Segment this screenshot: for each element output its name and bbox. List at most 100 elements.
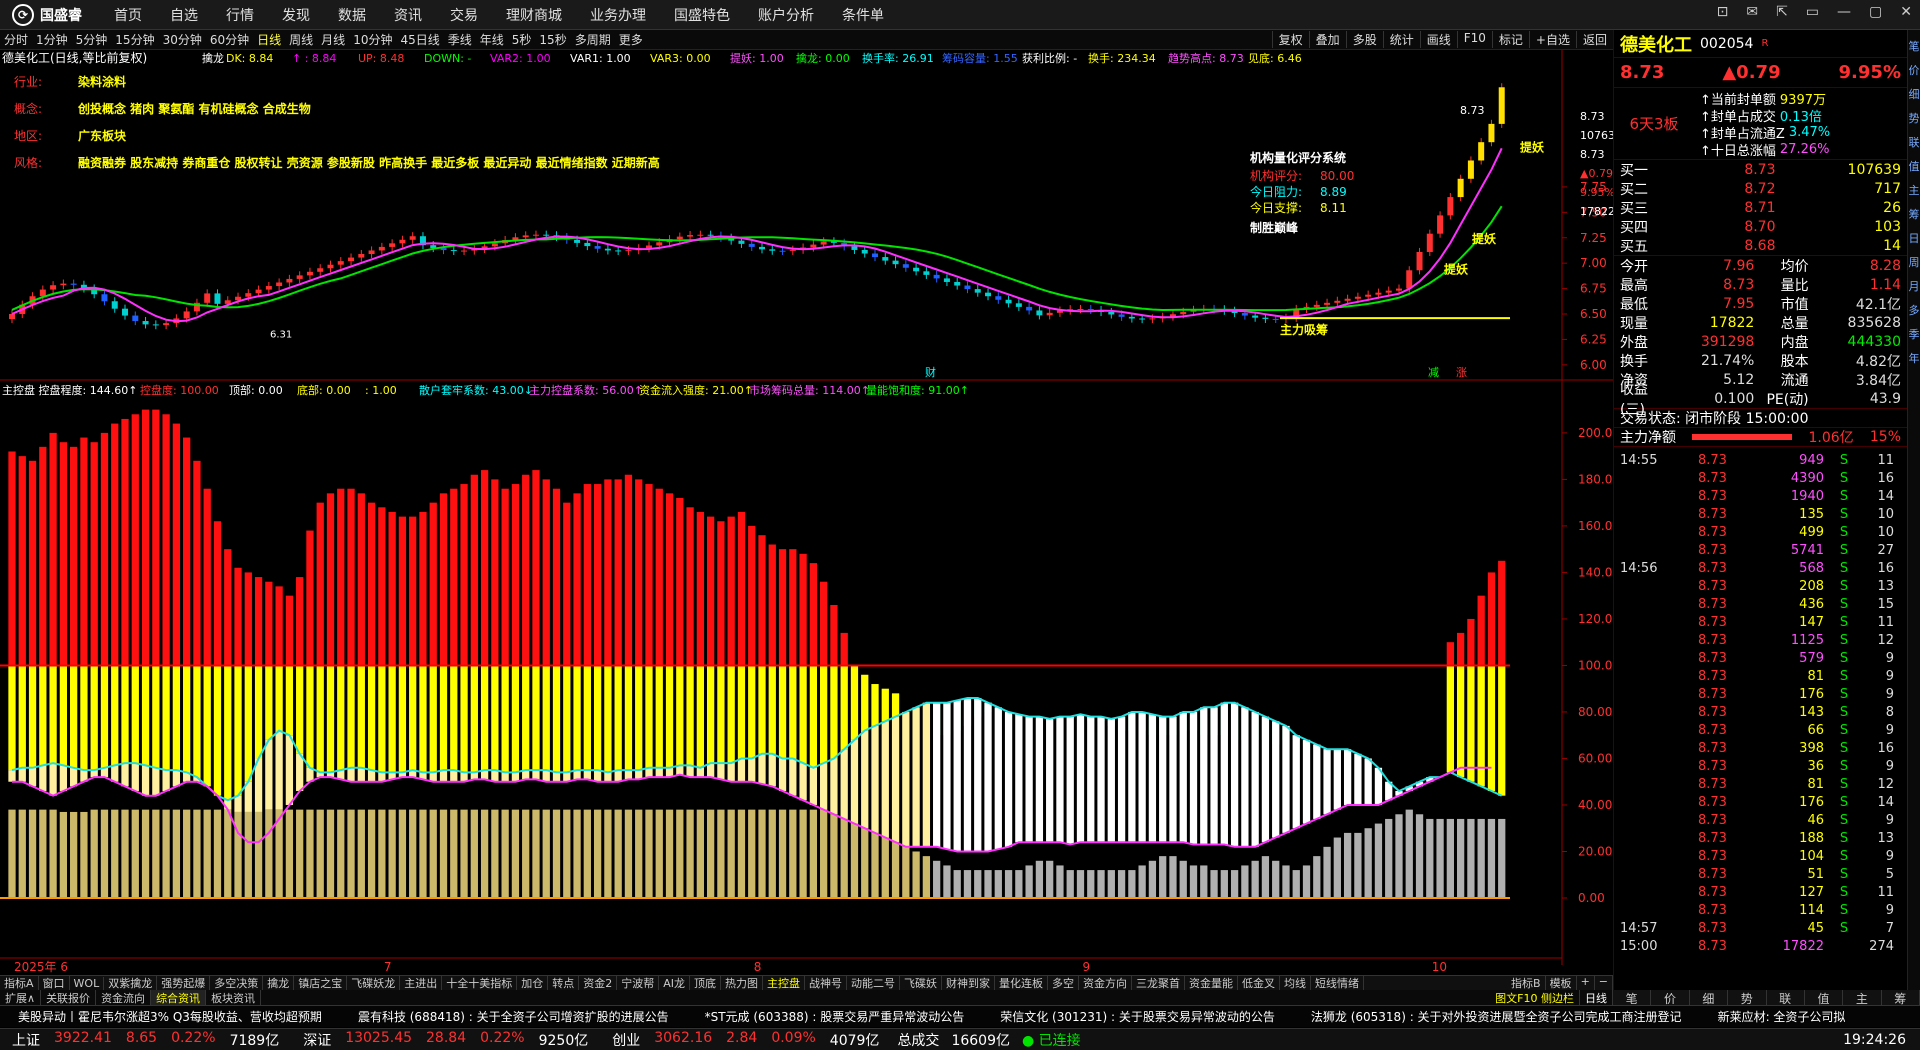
menu-item-10[interactable]: 账户分析: [744, 5, 828, 25]
tick-list[interactable]: 14:55 8.73 949 S 11 8.73 4390 S 16 8.73 1940 S 14 8.7…: [1614, 447, 1907, 955]
period-15[interactable]: 多周期: [571, 31, 615, 48]
indicator-tab-3[interactable]: 双紫擒龙: [104, 976, 158, 990]
indicator-tab-10[interactable]: 十全十美指标: [442, 976, 518, 990]
toolbar-btn-7[interactable]: +自选: [1528, 31, 1576, 48]
vtab-9[interactable]: 周: [1909, 254, 1920, 270]
menu-item-11[interactable]: 条件单: [828, 5, 898, 25]
news-item[interactable]: 法狮龙 (605318) : 关于对外投资进展暨全资子公司完成工商注册登记: [1293, 1008, 1700, 1025]
toolbar-btn-3[interactable]: 统计: [1382, 31, 1420, 48]
indicator-tab-17[interactable]: 热力图: [721, 976, 763, 990]
side-tab-0[interactable]: 笔: [1613, 990, 1652, 1006]
indicator-tab-11[interactable]: 加仓: [517, 976, 549, 990]
chart-area[interactable]: 德美化工(日线,等比前复权) 擒龙 DK: 8.84 ↑ : 8.84 UP: 8.48…: [0, 50, 1622, 975]
toolbar-btn-2[interactable]: 多股: [1345, 31, 1383, 48]
indicator-tab-26[interactable]: 三龙聚首: [1132, 976, 1185, 990]
indicator-tab-23[interactable]: 量化连板: [995, 976, 1048, 990]
toolbar-btn-1[interactable]: 叠加: [1308, 31, 1346, 48]
period-0[interactable]: 分时: [0, 31, 32, 48]
info-tab-3[interactable]: 综合资讯: [151, 989, 207, 1006]
period-3[interactable]: 15分钟: [111, 31, 158, 48]
window-control-3-icon[interactable]: ▭: [1806, 4, 1819, 20]
indicator-tab-2[interactable]: WOL: [70, 976, 105, 990]
index-quote[interactable]: 上证 3922.41 8.65 0.22% 7189亿: [0, 1030, 291, 1050]
indicator-tab-6[interactable]: 擒龙: [263, 976, 295, 990]
indicator-tab-5[interactable]: 多空决策: [210, 976, 264, 990]
day-label[interactable]: 日线: [1580, 989, 1613, 1006]
window-control-0-icon[interactable]: ⊡: [1717, 4, 1729, 20]
menu-item-2[interactable]: 行情: [212, 5, 268, 25]
vtab-8[interactable]: 日: [1909, 230, 1920, 246]
period-12[interactable]: 年线: [476, 31, 508, 48]
period-16[interactable]: 更多: [615, 31, 647, 48]
menu-item-3[interactable]: 发现: [268, 5, 324, 25]
info-tab-4[interactable]: 板块资讯: [206, 989, 262, 1006]
period-1[interactable]: 1分钟: [32, 31, 72, 48]
window-control-4-icon[interactable]: —: [1837, 4, 1851, 20]
news-item[interactable]: 荣信文化 (301231) : 关于股票交易异常波动的公告: [982, 1008, 1293, 1025]
side-tab-6[interactable]: 主: [1843, 990, 1882, 1006]
indicator-tab-12[interactable]: 转点: [548, 976, 580, 990]
indicator-tab-25[interactable]: 资金方向: [1079, 976, 1132, 990]
period-2[interactable]: 5分钟: [72, 31, 112, 48]
vtab-5[interactable]: 值: [1909, 158, 1920, 174]
indicator-tab-19[interactable]: 战神号: [805, 976, 847, 990]
indicator-tab-8[interactable]: 飞碟妖龙: [347, 976, 401, 990]
vtab-0[interactable]: 笔: [1909, 38, 1920, 54]
menu-item-5[interactable]: 资讯: [380, 5, 436, 25]
indicator-tab-22[interactable]: 财神到家: [942, 976, 995, 990]
toolbar-btn-4[interactable]: 画线: [1419, 31, 1457, 48]
index-quote[interactable]: 深证 13025.45 28.84 0.22% 9250亿: [291, 1030, 600, 1050]
side-tab-5[interactable]: 值: [1805, 990, 1844, 1006]
vtab-1[interactable]: 价: [1909, 62, 1920, 78]
vtab-7[interactable]: 筹: [1909, 206, 1920, 222]
period-14[interactable]: 15秒: [535, 31, 570, 48]
side-tab-3[interactable]: 势: [1728, 990, 1767, 1006]
indicator-tab-29[interactable]: 均线: [1280, 976, 1311, 990]
indicator-tab-4[interactable]: 强势起爆: [157, 976, 211, 990]
news-item[interactable]: 震有科技 (688418) : 关于全资子公司增资扩股的进展公告: [340, 1008, 687, 1025]
index-quote[interactable]: 创业 3062.16 2.84 0.09% 4079亿: [600, 1030, 891, 1050]
vtab-4[interactable]: 联: [1909, 134, 1920, 150]
indicator-right-btn-1[interactable]: 模板: [1546, 976, 1577, 990]
indicator-tab-14[interactable]: 宁波帮: [617, 976, 660, 990]
indicator-right-btn-2[interactable]: +: [1577, 976, 1595, 990]
period-7[interactable]: 周线: [285, 31, 317, 48]
indicator-tab-18[interactable]: 主控盘: [763, 976, 805, 990]
info-tab-0[interactable]: 扩展∧: [0, 989, 42, 1006]
indicator-tab-1[interactable]: 窗口: [39, 976, 70, 990]
vtab-2[interactable]: 细: [1909, 86, 1920, 102]
period-10[interactable]: 45日线: [396, 31, 443, 48]
indicator-tab-21[interactable]: 飞碟妖: [900, 976, 942, 990]
indicator-tab-28[interactable]: 低金叉: [1238, 976, 1280, 990]
news-item[interactable]: 新莱应材: 全资子公司拟: [1700, 1008, 1864, 1025]
window-control-2-icon[interactable]: ⇱: [1776, 4, 1788, 20]
indicator-tab-20[interactable]: 动能二号: [847, 976, 900, 990]
menu-item-1[interactable]: 自选: [156, 5, 212, 25]
indicator-tab-7[interactable]: 镇店之宝: [294, 976, 348, 990]
period-13[interactable]: 5秒: [508, 31, 536, 48]
indicator-tab-15[interactable]: AI龙: [659, 976, 690, 990]
indicator-tab-27[interactable]: 资金量能: [1185, 976, 1238, 990]
vtab-10[interactable]: 月: [1909, 278, 1920, 294]
kline-and-indicator-svg[interactable]: 德美化工(日线,等比前复权) 擒龙 DK: 8.84 ↑ : 8.84 UP: 8.48…: [0, 50, 1622, 975]
indicator-tab-13[interactable]: 资金2: [579, 976, 618, 990]
period-11[interactable]: 季线: [444, 31, 476, 48]
vtab-11[interactable]: 多: [1909, 302, 1920, 318]
menu-item-4[interactable]: 数据: [324, 5, 380, 25]
period-6[interactable]: 日线: [253, 31, 285, 48]
toolbar-btn-6[interactable]: 标记: [1491, 31, 1529, 48]
window-control-6-icon[interactable]: ✕: [1900, 4, 1912, 20]
indicator-tab-16[interactable]: 顶底: [690, 976, 721, 990]
toolbar-btn-0[interactable]: 复权: [1271, 31, 1309, 48]
indicator-tab-9[interactable]: 主进出: [400, 976, 443, 990]
news-item[interactable]: *ST元成 (603388) : 股票交易严重异常波动公告: [687, 1008, 983, 1025]
menu-item-9[interactable]: 国盛特色: [660, 5, 744, 25]
vtab-12[interactable]: 季: [1909, 326, 1920, 342]
indicator-right-btn-3[interactable]: −: [1595, 976, 1613, 990]
app-logo[interactable]: ⟳ 国盛睿: [0, 3, 100, 26]
news-item[interactable]: 美股异动丨霍尼韦尔涨超3% Q3每股收益、营收均超预期: [0, 1008, 340, 1025]
info-tab-1[interactable]: 关联报价: [41, 989, 97, 1006]
period-5[interactable]: 60分钟: [206, 31, 253, 48]
menu-item-7[interactable]: 理财商城: [492, 5, 576, 25]
vtab-6[interactable]: 主: [1909, 182, 1920, 198]
